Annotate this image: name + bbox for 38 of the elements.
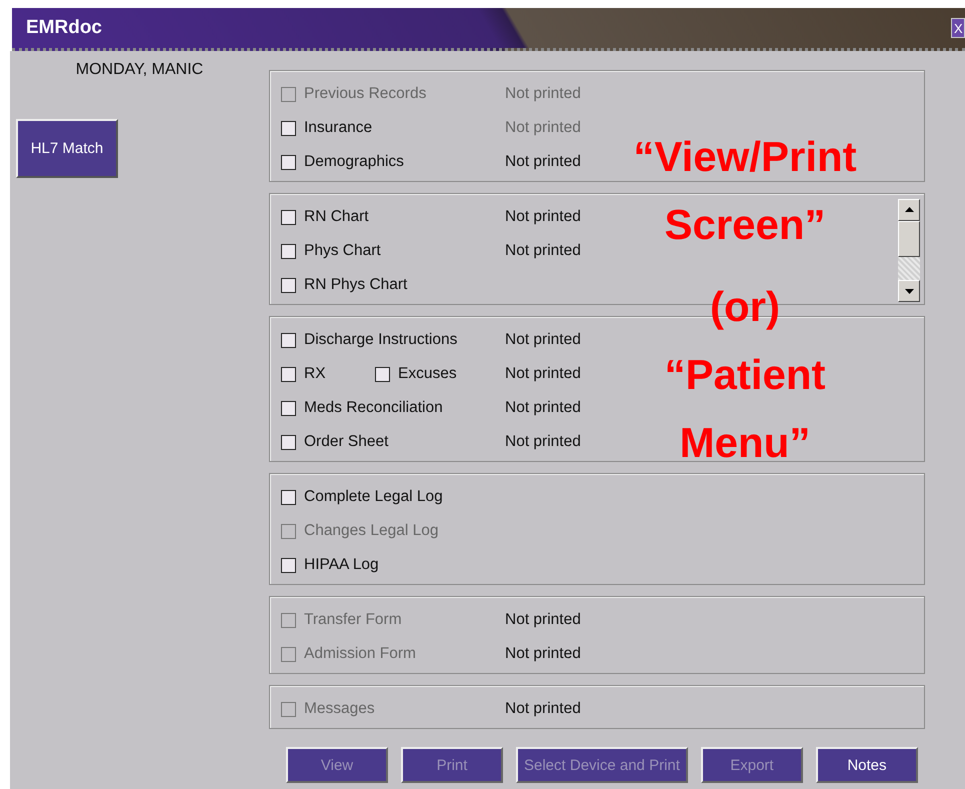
close-button[interactable]: X [951,18,965,38]
document-checkbox[interactable]: HIPAA Log [281,556,379,574]
document-checkbox[interactable]: Phys Chart [281,242,381,260]
document-checkbox[interactable]: Excuses [375,365,457,383]
document-checkbox[interactable]: Discharge Instructions [281,331,458,349]
print-status: Not printed [505,153,581,171]
print-status: Not printed [505,365,581,383]
window-title: EMRdoc [25,17,102,39]
document-checkbox[interactable]: Demographics [281,153,404,171]
document-checkbox[interactable]: RX [281,365,375,383]
print-status: Not printed [505,700,581,718]
annotation-text: (or) [710,282,780,332]
print-status: Not printed [505,85,581,103]
print-status: Not printed [505,242,581,260]
print-status: Not printed [505,119,581,137]
annotation-text: Menu” [680,418,810,468]
action-button[interactable]: Notes [816,747,918,783]
annotation-text: Screen” [664,200,826,250]
document-checkbox[interactable]: Insurance [281,119,372,137]
scrollbar[interactable] [898,199,920,302]
print-status: Not printed [505,208,581,226]
up-arrow-icon [904,207,914,213]
print-status: Not printed [505,611,581,629]
print-status: Not printed [505,433,581,451]
document-checkbox[interactable]: Meds Reconciliation [281,399,443,417]
document-checkbox[interactable]: RN Phys Chart [281,276,408,294]
patient-name: MONDAY, MANIC [76,61,204,79]
document-checkbox[interactable]: RN Chart [281,208,369,226]
scroll-thumb[interactable] [898,221,920,257]
print-status: Not printed [505,399,581,417]
annotation-text: “View/Print [633,132,857,182]
print-status: Not printed [505,331,581,349]
annotation-text: “Patient [664,350,826,400]
document-checkbox[interactable]: Order Sheet [281,433,388,451]
print-status: Not printed [505,645,581,663]
document-checkbox[interactable]: Complete Legal Log [281,488,443,506]
hl7-match-button[interactable]: HL7 Match [16,119,118,178]
down-arrow-icon [904,288,914,294]
